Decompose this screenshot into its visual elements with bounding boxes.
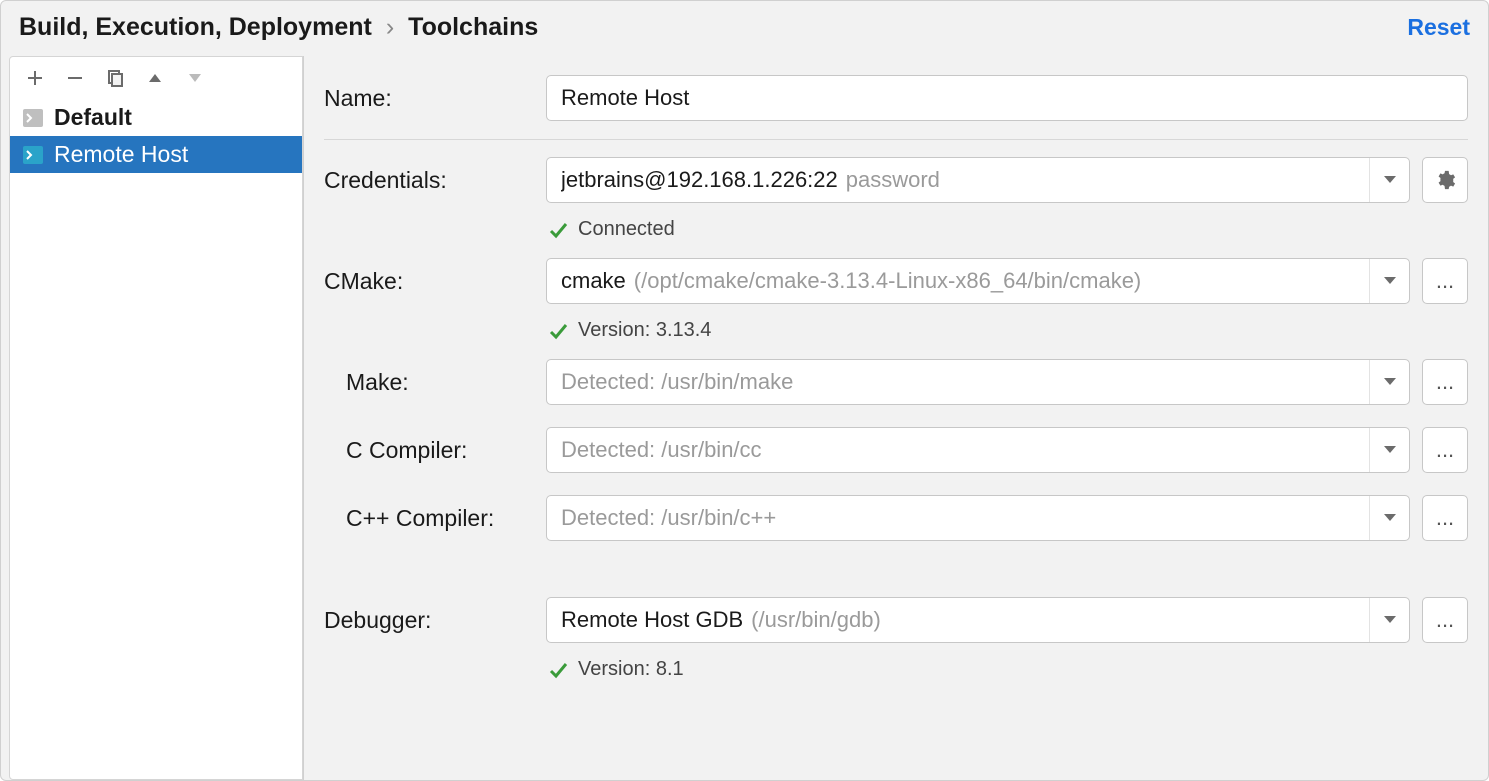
remote-terminal-icon <box>22 144 44 166</box>
spacer <box>324 552 1468 586</box>
check-icon <box>548 660 568 680</box>
toolchain-item-remote-host[interactable]: Remote Host <box>10 136 302 173</box>
cpp-compiler-label: C++ Compiler: <box>324 505 536 532</box>
make-label: Make: <box>324 369 536 396</box>
body: Default Remote Host Name: <box>1 56 1488 780</box>
c-compiler-browse-button[interactable]: ... <box>1422 427 1468 473</box>
c-compiler-placeholder: Detected: /usr/bin/cc <box>561 437 762 463</box>
move-down-button[interactable] <box>184 67 206 89</box>
copy-button[interactable] <box>104 67 126 89</box>
credentials-settings-button[interactable] <box>1422 157 1468 203</box>
row-cpp-compiler: C++ Compiler: Detected: /usr/bin/c++ ... <box>324 484 1468 552</box>
row-debugger: Debugger: Remote Host GDB (/usr/bin/gdb)… <box>324 586 1468 654</box>
row-name: Name: <box>324 64 1468 140</box>
check-icon <box>548 321 568 341</box>
c-compiler-label: C Compiler: <box>324 437 536 464</box>
form-pane: Name: Credentials: jetbrains@192.168.1.2… <box>304 56 1488 780</box>
debugger-value: Remote Host GDB <box>561 607 743 633</box>
breadcrumb: Build, Execution, Deployment › Toolchain… <box>19 13 538 42</box>
reset-link[interactable]: Reset <box>1407 14 1470 41</box>
chevron-down-icon <box>1369 428 1409 472</box>
breadcrumb-separator-icon: › <box>386 13 394 42</box>
chevron-down-icon <box>1369 158 1409 202</box>
row-c-compiler: C Compiler: Detected: /usr/bin/cc ... <box>324 416 1468 484</box>
chevron-down-icon <box>1369 496 1409 540</box>
gear-icon <box>1434 169 1456 191</box>
toolchain-item-label: Default <box>54 104 132 131</box>
check-icon <box>548 220 568 240</box>
sidebar: Default Remote Host <box>9 56 303 780</box>
debugger-combo[interactable]: Remote Host GDB (/usr/bin/gdb) <box>546 597 1410 643</box>
make-browse-button[interactable]: ... <box>1422 359 1468 405</box>
cmake-status: Version: 3.13.4 <box>324 315 1468 348</box>
debugger-status-text: Version: 8.1 <box>578 658 684 681</box>
toolchain-list: Default Remote Host <box>10 99 302 779</box>
header: Build, Execution, Deployment › Toolchain… <box>1 1 1488 56</box>
cpp-compiler-combo[interactable]: Detected: /usr/bin/c++ <box>546 495 1410 541</box>
cmake-browse-button[interactable]: ... <box>1422 258 1468 304</box>
chevron-down-icon <box>1369 360 1409 404</box>
settings-window: Build, Execution, Deployment › Toolchain… <box>0 0 1489 781</box>
credentials-value: jetbrains@192.168.1.226:22 <box>561 167 838 193</box>
credentials-status: Connected <box>324 214 1468 247</box>
remove-button[interactable] <box>64 67 86 89</box>
terminal-icon <box>22 107 44 129</box>
c-compiler-combo[interactable]: Detected: /usr/bin/cc <box>546 427 1410 473</box>
cpp-compiler-placeholder: Detected: /usr/bin/c++ <box>561 505 776 531</box>
credentials-combo[interactable]: jetbrains@192.168.1.226:22 password <box>546 157 1410 203</box>
debugger-browse-button[interactable]: ... <box>1422 597 1468 643</box>
toolchain-item-label: Remote Host <box>54 141 188 168</box>
make-combo[interactable]: Detected: /usr/bin/make <box>546 359 1410 405</box>
name-label: Name: <box>324 85 536 112</box>
make-placeholder: Detected: /usr/bin/make <box>561 369 793 395</box>
cpp-compiler-browse-button[interactable]: ... <box>1422 495 1468 541</box>
cmake-label: CMake: <box>324 268 536 295</box>
add-button[interactable] <box>24 67 46 89</box>
row-make: Make: Detected: /usr/bin/make ... <box>324 348 1468 416</box>
row-credentials: Credentials: jetbrains@192.168.1.226:22 … <box>324 146 1468 214</box>
toolchain-item-default[interactable]: Default <box>10 99 302 136</box>
cmake-value: cmake <box>561 268 626 294</box>
debugger-status: Version: 8.1 <box>324 654 1468 687</box>
credentials-hint: password <box>846 167 940 193</box>
debugger-path: (/usr/bin/gdb) <box>751 607 881 633</box>
breadcrumb-part-1[interactable]: Build, Execution, Deployment <box>19 13 372 42</box>
cmake-path: (/opt/cmake/cmake-3.13.4-Linux-x86_64/bi… <box>634 268 1141 294</box>
move-up-button[interactable] <box>144 67 166 89</box>
cmake-combo[interactable]: cmake (/opt/cmake/cmake-3.13.4-Linux-x86… <box>546 258 1410 304</box>
credentials-status-text: Connected <box>578 218 675 241</box>
sidebar-toolbar <box>10 57 302 99</box>
cmake-status-text: Version: 3.13.4 <box>578 319 711 342</box>
name-input[interactable] <box>546 75 1468 121</box>
chevron-down-icon <box>1369 598 1409 642</box>
debugger-label: Debugger: <box>324 607 536 634</box>
breadcrumb-part-2[interactable]: Toolchains <box>408 13 538 42</box>
row-cmake: CMake: cmake (/opt/cmake/cmake-3.13.4-Li… <box>324 247 1468 315</box>
chevron-down-icon <box>1369 259 1409 303</box>
credentials-label: Credentials: <box>324 167 536 194</box>
